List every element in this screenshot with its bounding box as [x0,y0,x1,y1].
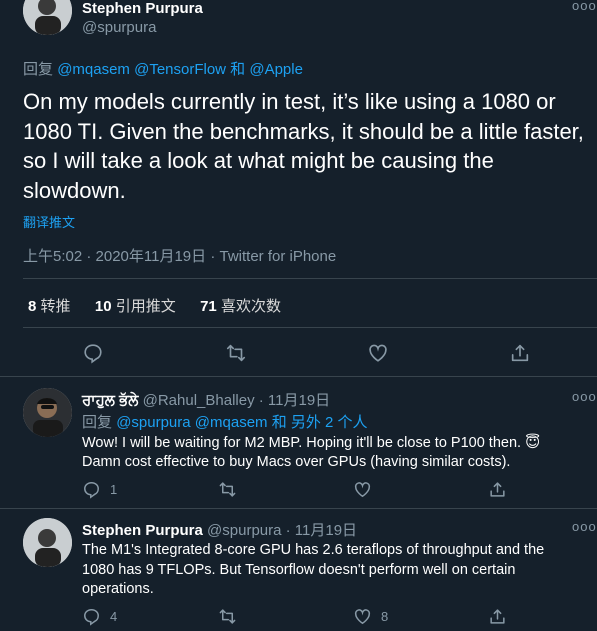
tweet-stats: 8 转推 10 引用推文 71 喜欢次数 [28,295,281,316]
reply-context: 回复 @spurpura @mqasem 和 另外 2 个人 [82,411,368,432]
divider [0,508,597,509]
tweet-timestamp[interactable]: 上午5:02 · 2020年11月19日 · Twitter for iPhon… [23,245,336,266]
reply-prefix: 回复 [82,414,113,431]
reply-header: Stephen Purpura @spurpura · 11月19日 [82,519,357,540]
reply-text-line: 1080 has 9 TFLOPs. But Tensorflow doesn'… [82,561,516,578]
author-handle[interactable]: @Rahul_Bhalley [143,392,255,409]
likes-count: 71 [200,298,217,315]
reply-header: ਰਾਹੁਲ ਭੱਲੇ @Rahul_Bhalley · 11月19日 [82,389,330,410]
reply-to-links[interactable]: @mqasem @TensorFlow 和 @Apple [57,61,303,78]
more-options-icon[interactable]: ooo [572,519,597,534]
quotes-label: 引用推文 [115,298,176,315]
share-icon[interactable] [488,480,507,499]
divider [23,327,597,328]
tweet-text-line: slowdown. [23,177,126,203]
reply-date[interactable]: · 11月19日 [259,392,330,409]
reply-prefix: 回复 [23,61,54,78]
author-handle[interactable]: @spurpura [82,19,156,36]
reply-context: 回复 @mqasem @TensorFlow 和 @Apple [23,58,303,79]
retweet-icon[interactable] [218,607,237,626]
reply-text-line: Damn cost effective to buy Macs over GPU… [82,454,511,470]
reply-text-line: The M1's Integrated 8-core GPU has 2.6 t… [82,542,545,558]
author-handle[interactable]: @spurpura [207,522,281,539]
tweet-text-line: so I will take a look at what might be c… [23,148,494,173]
retweets-count: 8 [28,298,37,315]
share-icon[interactable] [509,342,531,364]
share-icon[interactable] [488,607,507,626]
divider [23,278,597,279]
like-icon[interactable] [353,480,372,499]
likes-label: 喜欢次数 [220,298,281,315]
translate-link[interactable]: 翻译推文 [23,212,75,231]
reply-text: The M1's Integrated 8-core GPU has 2.6 t… [82,541,544,600]
reply-icon[interactable] [82,607,101,626]
retweet-icon[interactable] [225,342,247,364]
more-options-icon[interactable]: ooo [572,389,597,404]
author-name[interactable]: Stephen Purpura [82,0,203,17]
likes-stat[interactable]: 71 喜欢次数 [200,298,281,315]
author-name[interactable]: Stephen Purpura [82,522,203,539]
author-name[interactable]: ਰਾਹੁਲ ਭੱਲੇ [82,392,138,409]
tweet-text-line: 1080 TI. Given the benchmarks, it should… [23,118,584,144]
reply-count: 4 [110,609,118,624]
reply-text-line: operations. [82,581,154,597]
like-icon[interactable] [353,607,372,626]
like-count: 8 [381,609,389,624]
like-icon[interactable] [367,342,389,364]
avatar[interactable] [23,518,72,567]
more-options-icon[interactable]: ooo [572,0,597,13]
avatar[interactable] [23,388,72,437]
reply-icon[interactable] [82,480,101,499]
retweets-label: 转推 [40,298,71,315]
avatar[interactable] [23,0,72,35]
tweet-text-line: On my models currently in test, it’s lik… [23,89,556,114]
quotes-count: 10 [94,298,112,315]
reply-text: Wow! I will be waiting for M2 MBP. Hopin… [82,434,540,472]
reply-count: 1 [110,482,118,497]
retweet-icon[interactable] [218,480,237,499]
tweet-text: On my models currently in test, it’s lik… [23,87,584,205]
divider [0,376,597,377]
reply-icon[interactable] [82,342,104,364]
reply-date[interactable]: · 11月19日 [286,522,357,539]
quotes-stat[interactable]: 10 引用推文 [95,298,176,315]
reply-text-line: Wow! I will be waiting for M2 MBP. Hopin… [82,435,541,451]
reply-to-links[interactable]: @spurpura @mqasem 和 另外 2 个人 [116,414,367,431]
retweets-stat[interactable]: 8 转推 [28,298,71,315]
